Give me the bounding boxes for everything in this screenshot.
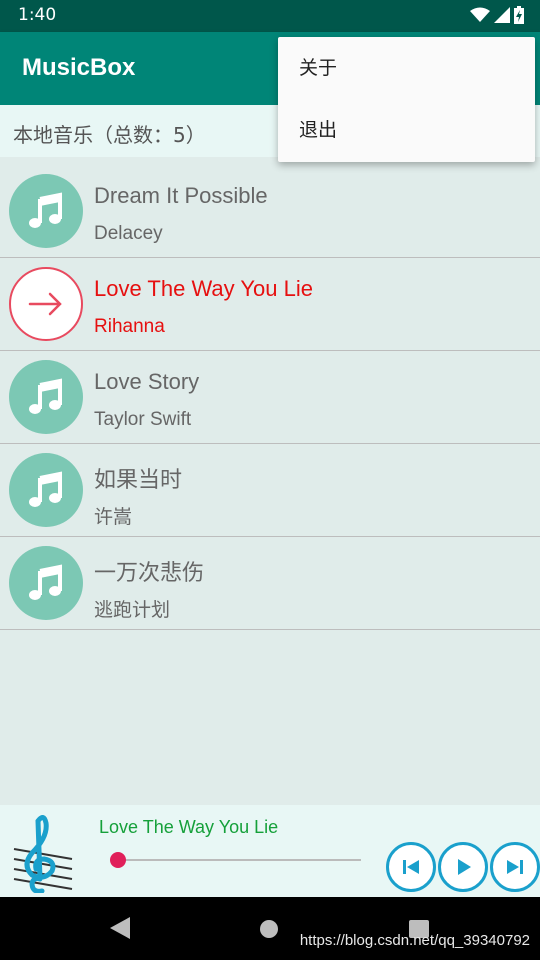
song-artist: Delacey (94, 223, 163, 244)
song-list: Dream It Possible Delacey Love The Way Y… (0, 165, 540, 630)
song-title: 一万次悲伤 (94, 560, 205, 585)
song-title: Love The Way You Lie (94, 276, 313, 301)
seek-thumb[interactable] (110, 852, 126, 868)
status-bar: 1:40 (0, 0, 540, 32)
navigation-bar: https://blog.csdn.net/qq_39340792 (0, 897, 540, 960)
app-title: MusicBox (22, 54, 136, 81)
seek-bar[interactable] (118, 859, 361, 861)
status-time: 1:40 (18, 5, 57, 25)
watermark-text: https://blog.csdn.net/qq_39340792 (299, 932, 530, 949)
song-row-playing[interactable]: Love The Way You Lie Rihanna (0, 258, 540, 351)
next-icon (507, 860, 523, 874)
song-artist: Rihanna (94, 316, 165, 337)
song-artist: 逃跑计划 (94, 600, 171, 621)
signal-icon (494, 7, 510, 23)
overflow-menu: 关于 退出 (278, 37, 535, 162)
music-note-icon (9, 453, 83, 527)
arrow-right-icon (9, 267, 83, 341)
previous-button[interactable] (386, 842, 436, 892)
menu-item-about[interactable]: 关于 (278, 37, 535, 99)
song-row[interactable]: 一万次悲伤 逃跑计划 (0, 537, 540, 630)
status-icons (470, 6, 524, 24)
player-bar: Love The Way You Lie (0, 805, 540, 897)
song-artist: Taylor Swift (94, 409, 192, 430)
song-title: Love Story (94, 369, 200, 394)
home-icon[interactable] (260, 920, 278, 938)
song-title: 如果当时 (94, 467, 183, 492)
back-icon[interactable] (110, 917, 130, 939)
song-count-label: 本地音乐（总数：5） (13, 123, 206, 147)
play-button[interactable] (438, 842, 488, 892)
music-note-icon (9, 174, 83, 248)
treble-clef-icon (13, 815, 73, 893)
now-playing-title: Love The Way You Lie (99, 817, 279, 837)
song-row[interactable]: 如果当时 许嵩 (0, 444, 540, 537)
next-button[interactable] (490, 842, 540, 892)
battery-icon (514, 6, 524, 24)
song-row[interactable]: Dream It Possible Delacey (0, 165, 540, 258)
song-row[interactable]: Love Story Taylor Swift (0, 351, 540, 444)
music-note-icon (9, 360, 83, 434)
menu-item-exit[interactable]: 退出 (278, 99, 535, 161)
play-icon (458, 859, 471, 875)
song-artist: 许嵩 (94, 507, 133, 528)
song-title: Dream It Possible (94, 183, 268, 208)
music-note-icon (9, 546, 83, 620)
previous-icon (403, 860, 419, 874)
wifi-icon (470, 7, 490, 22)
